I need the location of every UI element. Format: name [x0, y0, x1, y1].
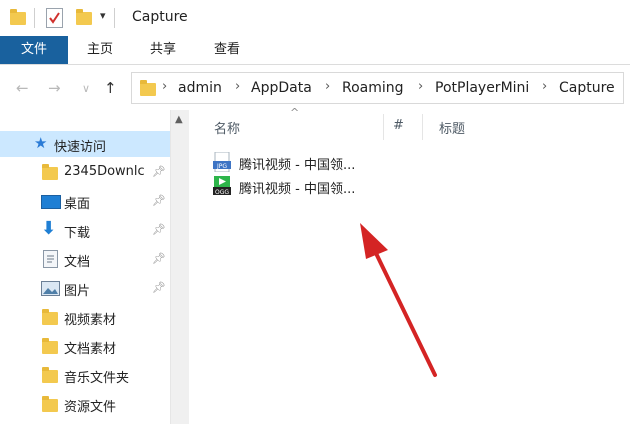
- breadcrumb-separator-icon[interactable]: ›: [162, 79, 167, 94]
- navigation-pane-scrollbar[interactable]: ▲: [170, 110, 189, 424]
- desktop-icon: [41, 195, 61, 209]
- breadcrumb-separator-icon[interactable]: ›: [418, 79, 423, 94]
- forward-arrow-icon[interactable]: →: [48, 79, 61, 97]
- folder-icon: [140, 80, 156, 96]
- folder-icon: [42, 396, 58, 412]
- nav-label: 文档: [64, 255, 91, 270]
- nav-label: 音乐文件夹: [64, 371, 130, 386]
- annotation-arrow: [360, 223, 437, 377]
- nav-item-2345downloads[interactable]: 2345Downlc 📌︎: [0, 159, 170, 185]
- nav-item-quick-access[interactable]: ★ 快速访问: [0, 131, 170, 157]
- nav-item-music-folder[interactable]: 音乐文件夹: [0, 362, 170, 388]
- nav-label: 文档素材: [64, 342, 117, 357]
- folder-icon: [42, 309, 58, 325]
- folder-icon: [10, 9, 26, 25]
- breadcrumb-separator-icon[interactable]: ›: [235, 79, 240, 94]
- nav-item-documents[interactable]: 文档 📌︎: [0, 246, 170, 272]
- pin-icon[interactable]: 📌︎: [152, 223, 166, 236]
- breadcrumb-admin[interactable]: admin: [178, 80, 222, 96]
- folder-icon: [42, 164, 58, 180]
- divider: [114, 8, 115, 28]
- back-arrow-icon[interactable]: ←: [16, 79, 29, 97]
- window-title: Capture: [132, 9, 188, 25]
- download-icon: ⬇: [41, 218, 57, 239]
- pictures-icon: [41, 281, 60, 296]
- up-arrow-icon[interactable]: ↑: [104, 79, 117, 97]
- breadcrumb-separator-icon[interactable]: ›: [542, 79, 547, 94]
- sort-ascending-icon: ^: [290, 106, 300, 119]
- properties-icon[interactable]: [46, 8, 63, 28]
- nav-item-desktop[interactable]: 桌面 📌︎: [0, 188, 170, 214]
- nav-item-video-material[interactable]: 视频素材: [0, 304, 170, 330]
- navigation-pane: ★ 快速访问 2345Downlc 📌︎ 桌面 📌︎ ⬇ 下载 📌︎ 文档 📌︎…: [0, 110, 188, 424]
- customize-toolbar-icon[interactable]: ▾: [100, 9, 106, 22]
- svg-text:OGG: OGG: [215, 189, 229, 196]
- nav-label: 快速访问: [54, 140, 107, 155]
- nav-item-document-material[interactable]: 文档素材: [0, 333, 170, 359]
- nav-label: 资源文件: [64, 400, 117, 415]
- file-name: 腾讯视频 - 中国领...: [239, 182, 356, 197]
- ogg-file-icon: OGG: [213, 176, 231, 196]
- breadcrumb-potplayermini[interactable]: PotPlayerMini: [435, 80, 529, 96]
- pin-icon[interactable]: 📌︎: [152, 165, 166, 178]
- title-bar: ▾ Capture: [0, 0, 630, 36]
- tab-view[interactable]: 查看: [207, 36, 247, 64]
- ribbon: 文件 主页 共享 查看: [0, 36, 630, 65]
- breadcrumb-roaming[interactable]: Roaming: [342, 80, 404, 96]
- star-icon: ★: [34, 134, 48, 152]
- column-divider[interactable]: [383, 114, 384, 140]
- folder-icon: [42, 338, 58, 354]
- pin-icon[interactable]: 📌︎: [152, 252, 166, 265]
- svg-text:JPG: JPG: [216, 163, 227, 170]
- file-row-ogg[interactable]: OGG 腾讯视频 - 中国领...: [211, 176, 371, 198]
- jpg-file-icon: JPG: [213, 151, 231, 173]
- nav-label: 视频素材: [64, 313, 117, 328]
- breadcrumb-capture[interactable]: Capture: [559, 80, 615, 96]
- nav-label: 2345Downlc: [64, 164, 145, 179]
- document-icon: [43, 250, 58, 268]
- breadcrumb-separator-icon[interactable]: ›: [325, 79, 330, 94]
- nav-item-downloads[interactable]: ⬇ 下载 📌︎: [0, 217, 170, 243]
- address-bar[interactable]: › admin › AppData › Roaming › PotPlayerM…: [131, 72, 624, 104]
- nav-label: 下载: [64, 226, 91, 241]
- new-folder-icon[interactable]: [76, 9, 92, 25]
- nav-item-pictures[interactable]: 图片 📌︎: [0, 275, 170, 301]
- file-row-jpg[interactable]: JPG 腾讯视频 - 中国领...: [211, 151, 371, 174]
- breadcrumb-appdata[interactable]: AppData: [251, 80, 312, 96]
- pin-icon[interactable]: 📌︎: [152, 194, 166, 207]
- nav-item-resource-files[interactable]: 资源文件: [0, 391, 170, 417]
- nav-label: 图片: [64, 284, 91, 299]
- folder-icon: [42, 367, 58, 383]
- file-name: 腾讯视频 - 中国领...: [239, 158, 356, 173]
- tab-home[interactable]: 主页: [80, 36, 120, 64]
- divider: [34, 8, 35, 28]
- tab-share[interactable]: 共享: [143, 36, 183, 64]
- column-header-number[interactable]: #: [393, 118, 404, 133]
- pin-icon[interactable]: 📌︎: [152, 281, 166, 294]
- tab-file[interactable]: 文件: [0, 36, 68, 64]
- column-divider[interactable]: [422, 114, 423, 140]
- recent-locations-chevron-icon[interactable]: ∨: [82, 82, 90, 95]
- nav-label: 桌面: [64, 197, 91, 212]
- column-header-title[interactable]: 标题: [439, 118, 465, 137]
- scroll-up-icon[interactable]: ▲: [175, 114, 183, 125]
- column-header-name[interactable]: 名称: [214, 118, 240, 137]
